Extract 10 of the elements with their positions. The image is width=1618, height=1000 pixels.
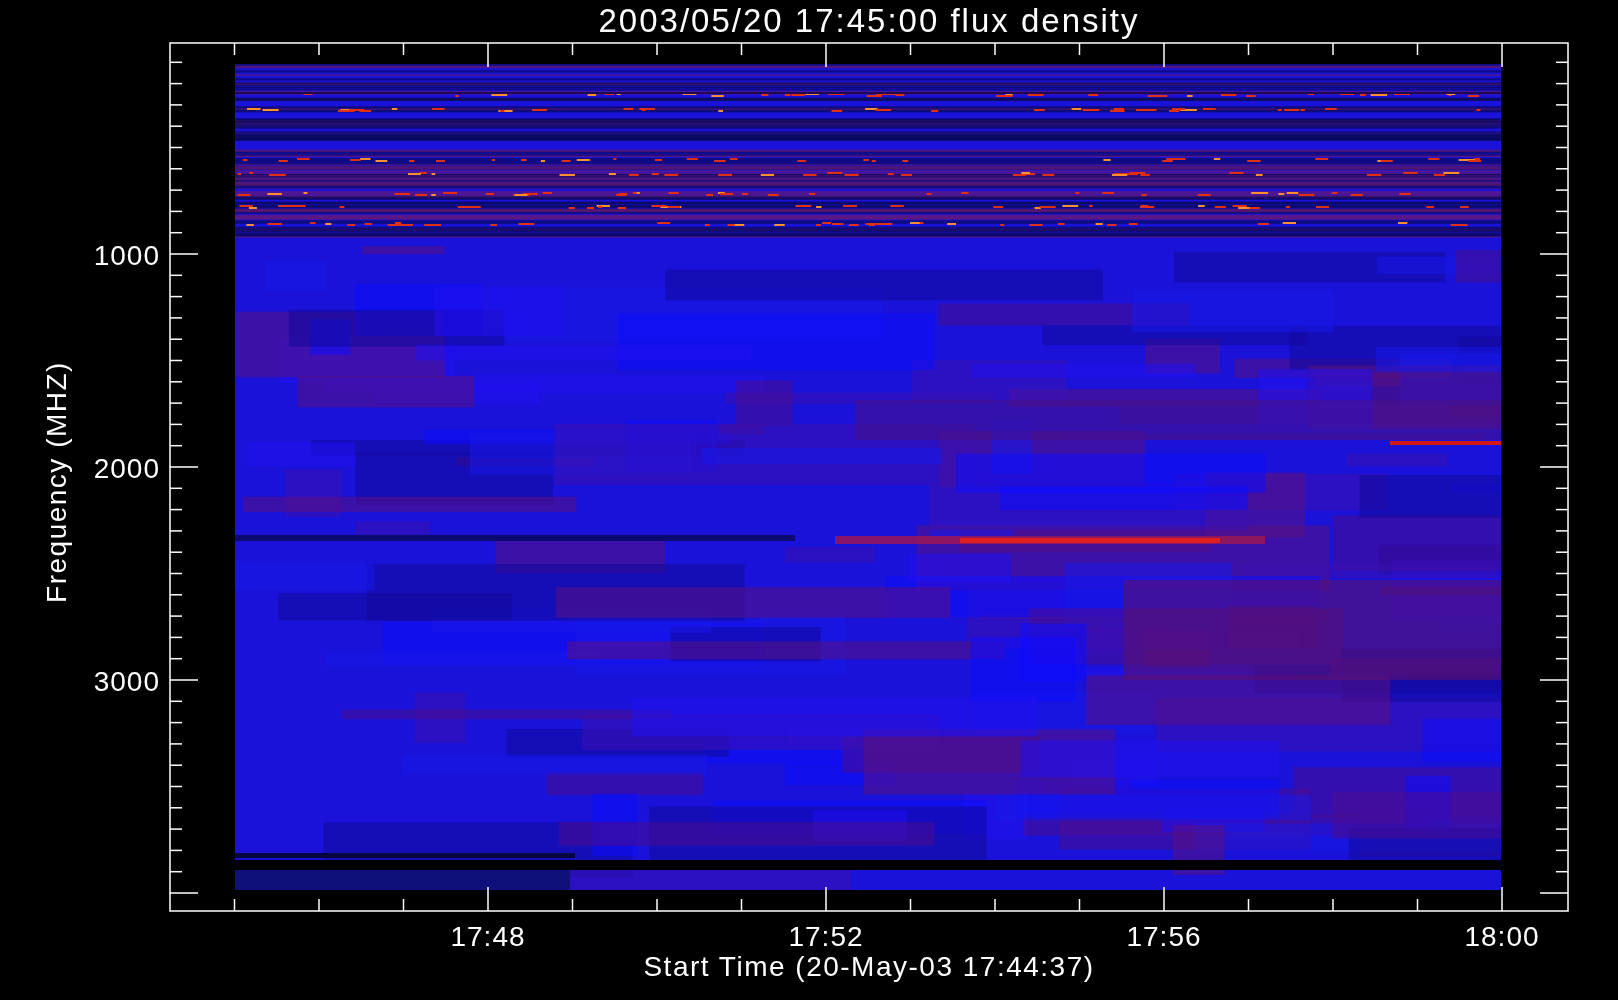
x-tick-label: 17:48 bbox=[450, 921, 526, 952]
y-axis-label: Frequency (MHZ) bbox=[41, 361, 72, 603]
y-tick-label: 3000 bbox=[93, 666, 160, 697]
x-axis-label: Start Time (20-May-03 17:44:37) bbox=[643, 951, 1095, 982]
chart-title: 2003/05/20 17:45:00 flux density bbox=[598, 2, 1140, 39]
x-tick-label: 17:56 bbox=[1126, 921, 1202, 952]
y-tick-label: 1000 bbox=[93, 240, 160, 271]
x-tick-label: 18:00 bbox=[1464, 921, 1540, 952]
y-tick-label: 2000 bbox=[93, 453, 160, 484]
x-tick-label: 17:52 bbox=[788, 921, 864, 952]
